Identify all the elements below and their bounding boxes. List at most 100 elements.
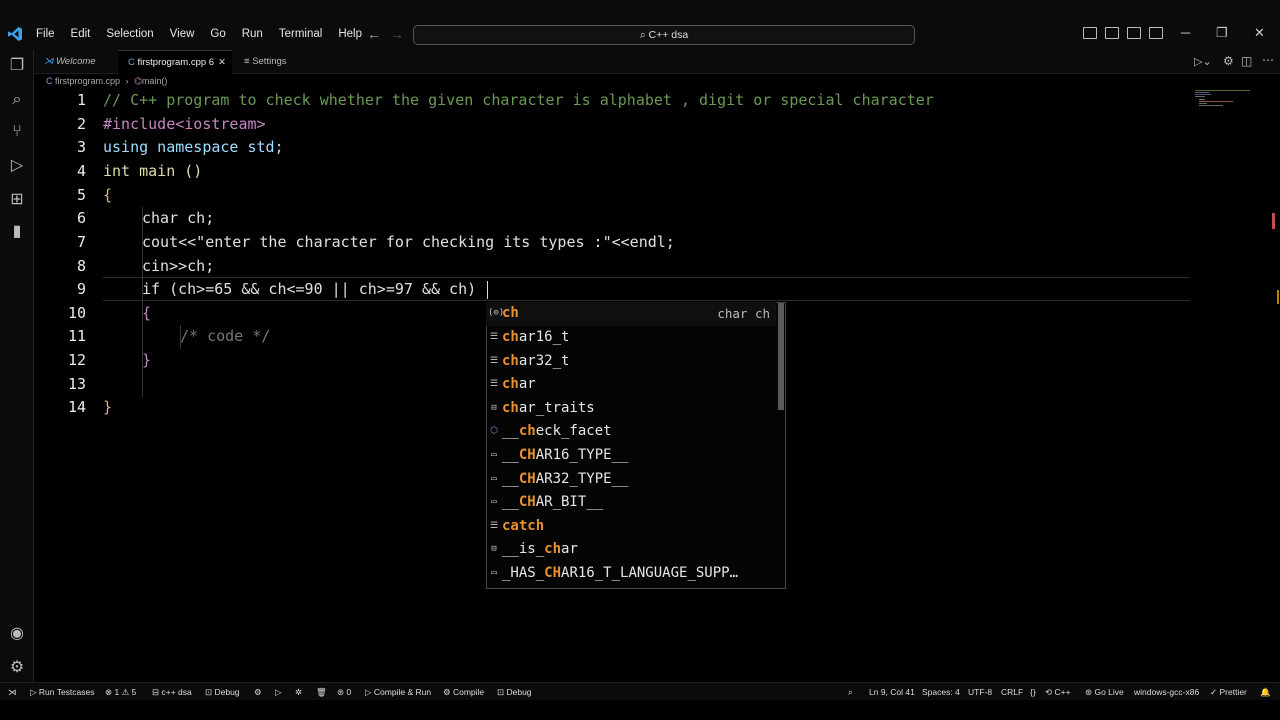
workspace-indicator[interactable]: ⊟ c++ dsa [152, 683, 192, 701]
search-icon[interactable]: ⌕ [7, 90, 27, 110]
source-control-icon[interactable]: ⑂ [7, 122, 27, 142]
end-of-line[interactable]: CRLF [1001, 683, 1023, 701]
struct-icon: ⊟ [491, 544, 497, 554]
debug-button[interactable]: ⊡ Debug [497, 683, 532, 701]
suggestion-item[interactable]: ⊟ __is_char [486, 538, 776, 562]
menu-view[interactable]: View [162, 27, 203, 41]
cursor-position[interactable]: Ln 9, Col 41 [869, 683, 915, 701]
problems-indicator[interactable]: ⊗ 1 ⚠ 5 [105, 683, 136, 701]
suggestion-item[interactable]: ▭ __CHAR16_TYPE__ [486, 444, 776, 468]
menu-file[interactable]: File [28, 27, 63, 41]
compile-button[interactable]: ⚙ Compile [443, 683, 484, 701]
ports-indicator[interactable]: ⊛ 0 [337, 683, 351, 701]
customize-layout-icon[interactable] [1149, 27, 1163, 39]
play-icon[interactable]: ▷ [275, 683, 282, 701]
suggestion-rest: eck_facet [535, 423, 612, 439]
indentation[interactable]: Spaces: 4 [922, 683, 960, 701]
restore-icon[interactable]: ❐ [1216, 25, 1228, 41]
language-mode[interactable]: ⟲ C++ [1045, 683, 1071, 701]
extensions-icon[interactable]: ⊞ [7, 190, 27, 210]
line-number: 14 [67, 398, 86, 416]
zoom-icon[interactable]: ⌕ [848, 683, 853, 701]
forward-arrow-icon[interactable]: → [390, 26, 404, 42]
remote-icon[interactable]: ⋊ [8, 683, 17, 701]
run-debug-icon[interactable]: ▷ [7, 156, 27, 176]
menu-selection[interactable]: Selection [98, 27, 161, 41]
line-number: 4 [76, 162, 86, 180]
suggestion-item[interactable]: ☰ char16_t [486, 326, 776, 350]
menu-go[interactable]: Go [202, 27, 233, 41]
line-number: 13 [67, 375, 86, 393]
keyword-icon: ☰ [489, 521, 499, 531]
status-label: Run Testcases [38, 687, 95, 697]
activity-bar: ❐ ⌕ ⑂ ▷ ⊞ ▮ ◉ ⚙ [0, 50, 34, 682]
suggestion-item[interactable]: (⊙) ch char ch [486, 302, 776, 326]
suggestion-match: ch [518, 423, 536, 439]
breadcrumb-file[interactable]: firstprogram.cpp [55, 76, 120, 86]
line-number: 5 [76, 186, 86, 204]
gear-icon[interactable]: ⚙ [254, 683, 262, 701]
suggestion-prefix: _HAS_ [502, 565, 545, 581]
toggle-secondary-sidebar-icon[interactable] [1127, 27, 1141, 39]
menu-edit[interactable]: Edit [63, 27, 99, 41]
command-center-search[interactable]: ⌕ C++ dsa [413, 25, 915, 45]
split-editor-icon[interactable]: ◫ [1241, 54, 1252, 68]
toggle-sidebar-icon[interactable] [1083, 27, 1097, 39]
compile-run-button[interactable]: ▷ Compile & Run [365, 683, 431, 701]
suggestion-item[interactable]: ▭ __CHAR32_TYPE__ [486, 468, 776, 492]
suggestion-rest: AR_BIT__ [535, 494, 604, 510]
platform-indicator[interactable]: windows-gcc-x86 [1134, 683, 1199, 701]
breadcrumb-symbol[interactable]: main() [142, 76, 168, 86]
suggestion-item[interactable]: ⊟ char_traits [486, 397, 776, 421]
suggestion-rest: ar [518, 376, 536, 392]
minimize-icon[interactable]: ─ [1181, 25, 1190, 40]
code-line: { [103, 186, 113, 204]
suggestion-match: CH [518, 447, 536, 463]
menu-run[interactable]: Run [234, 27, 271, 41]
testing-chart-icon[interactable]: ▮ [7, 222, 27, 242]
suggestion-item[interactable]: ☰ char32_t [486, 350, 776, 374]
suggestion-rest: ar16_t [518, 329, 570, 345]
tab-settings[interactable]: ≡ Settings [234, 50, 316, 74]
tab-welcome[interactable]: ⋊ Welcome [34, 50, 116, 74]
close-window-icon[interactable]: ✕ [1254, 25, 1265, 41]
go-live-button[interactable]: ⊛ Go Live [1085, 683, 1124, 701]
status-bar: ⋊ ▷ Run Testcases ⊗ 1 ⚠ 5 ⊟ c++ dsa ⊡ De… [0, 682, 1280, 700]
suggestion-item[interactable]: ☰ char [486, 373, 776, 397]
suggestion-scrollbar[interactable] [778, 303, 784, 410]
suggestion-item[interactable]: ☰ catch [486, 515, 776, 539]
account-icon[interactable]: ◉ [7, 624, 27, 644]
suggestion-rest: ar_traits [518, 400, 595, 416]
code-line: /* code */ [180, 327, 271, 345]
settings-gear-icon[interactable]: ⚙ [7, 658, 27, 678]
prettier-button[interactable]: ✓ Prettier [1210, 683, 1247, 701]
bug-icon[interactable]: ✲ [295, 683, 302, 701]
suggestion-item[interactable]: ⬡ __check_facet [486, 420, 776, 444]
notifications-bell-icon[interactable]: 🔔 [1260, 683, 1271, 701]
function-icon: ⌬ [134, 76, 142, 86]
trash-icon[interactable]: 🗑 [316, 683, 327, 701]
back-arrow-icon[interactable]: ← [367, 26, 381, 42]
gear-icon[interactable]: ⚙ [1223, 54, 1234, 68]
minimap[interactable] [1193, 88, 1273, 108]
suggestion-item[interactable]: ▭ __CHAR_BIT__ [486, 491, 776, 515]
line-number: 12 [67, 351, 86, 369]
toggle-panel-icon[interactable] [1105, 27, 1119, 39]
explorer-icon[interactable]: ❐ [7, 56, 27, 76]
close-tab-icon[interactable]: ✕ [218, 51, 226, 75]
tab-firstprogram[interactable]: C firstprogram.cpp 6 ✕ [118, 50, 232, 74]
menu-terminal[interactable]: Terminal [271, 27, 330, 41]
debug-button[interactable]: ⊡ Debug [205, 683, 240, 701]
suggestion-item[interactable]: ▭ _HAS_CHAR16_T_LANGUAGE_SUPP… [486, 562, 776, 586]
settings-tab-icon: ≡ [244, 56, 253, 67]
run-file-icon[interactable]: ▷⌄ [1194, 55, 1212, 68]
suggestion-rest: ar [561, 541, 578, 557]
more-actions-icon[interactable]: ⋯ [1262, 53, 1274, 67]
encoding[interactable]: UTF-8 [968, 683, 992, 701]
line-number: 11 [67, 327, 86, 345]
run-testcases-button[interactable]: ▷ Run Testcases [30, 683, 95, 701]
menu-help[interactable]: Help [330, 27, 370, 41]
status-label: C++ [1054, 687, 1071, 697]
editor-tabs: ⋊ Welcome C firstprogram.cpp 6 ✕ ≡ Setti… [34, 50, 1280, 74]
braces-icon[interactable]: {} [1030, 683, 1036, 701]
